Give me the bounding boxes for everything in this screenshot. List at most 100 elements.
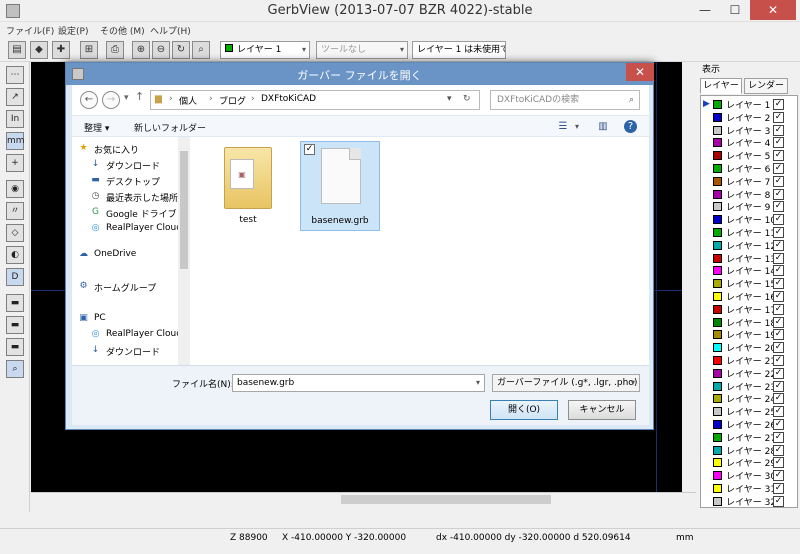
layer-visible-checkbox[interactable]: ✓	[773, 150, 784, 162]
layer-color-swatch[interactable]	[713, 484, 722, 493]
layer-row[interactable]: レイヤー 24 ✓	[701, 392, 797, 405]
layer-color-swatch[interactable]	[713, 343, 722, 353]
layer-color-swatch[interactable]	[713, 458, 722, 468]
forward-arrow-icon[interactable]: →	[102, 91, 120, 109]
chevron-down-icon[interactable]: ▾	[124, 93, 129, 103]
layer-visible-checkbox[interactable]: ✓	[773, 406, 784, 418]
tab-render[interactable]: レンダー	[744, 78, 788, 94]
layer-color-swatch[interactable]	[713, 279, 722, 289]
view-options-icon[interactable]: ☰	[556, 120, 570, 133]
nav-scrollbar[interactable]	[178, 137, 190, 365]
layer-row[interactable]: レイヤー 11 ✓	[701, 226, 797, 239]
layer-visible-checkbox[interactable]: ✓	[773, 393, 784, 405]
layer-color-swatch[interactable]	[713, 125, 722, 135]
chevron-down-icon[interactable]: ▾	[476, 375, 480, 391]
layer-color-swatch[interactable]	[713, 304, 722, 314]
layer-row[interactable]: レイヤー 19 ✓	[701, 328, 797, 341]
layer-row[interactable]: レイヤー 28 ✓	[701, 444, 797, 457]
layers-blue-icon[interactable]: ▬	[6, 338, 24, 356]
layer-visible-checkbox[interactable]: ✓	[773, 342, 784, 354]
print-icon[interactable]: ⎙	[106, 41, 124, 59]
maximize-button[interactable]: ☐	[720, 0, 750, 20]
tab-layers[interactable]: レイヤー	[700, 78, 742, 94]
layer-row[interactable]: レイヤー 21 ✓	[701, 354, 797, 367]
layer-visible-checkbox[interactable]: ✓	[773, 201, 784, 213]
layer-row[interactable]: レイヤー 29 ✓	[701, 456, 797, 469]
layer-row[interactable]: レイヤー 14 ✓	[701, 264, 797, 277]
layer-row[interactable]: レイヤー 26 ✓	[701, 418, 797, 431]
layer-row[interactable]: レイヤー 5 ✓	[701, 149, 797, 162]
scrollbar-thumb[interactable]	[180, 151, 188, 269]
mm-units-icon[interactable]: mm	[6, 132, 25, 150]
dcode-icon[interactable]: D	[6, 268, 24, 286]
layer-row[interactable]: レイヤー 30 ✓	[701, 469, 797, 482]
layer-row[interactable]: レイヤー 12 ✓	[701, 239, 797, 252]
layer-visible-checkbox[interactable]: ✓	[773, 431, 784, 443]
layer-row[interactable]: レイヤー 4 ✓	[701, 136, 797, 149]
canvas-horizontal-scrollbar[interactable]	[31, 492, 696, 506]
open-button[interactable]: 開く(O)	[490, 400, 558, 420]
breadcrumb-personal[interactable]: 個人	[179, 94, 197, 107]
zoom-in-icon[interactable]: ⊕	[132, 41, 150, 59]
dialog-close-button[interactable]: ✕	[626, 63, 654, 81]
search-input[interactable]: DXFtoKiCADの検索 ⌕	[490, 90, 640, 110]
layer-visible-checkbox[interactable]: ✓	[773, 316, 784, 328]
layers-color-icon[interactable]: ▬	[6, 316, 24, 334]
layer-row[interactable]: レイヤー 10 ✓	[701, 213, 797, 226]
layer-row[interactable]: レイヤー 18 ✓	[701, 316, 797, 329]
layer-color-swatch[interactable]	[713, 317, 722, 327]
layer-color-swatch[interactable]	[713, 292, 722, 301]
layer-select[interactable]: レイヤー 1 ▾	[220, 41, 310, 59]
layer-color-swatch[interactable]	[713, 240, 722, 250]
layer-color-swatch[interactable]	[713, 394, 722, 404]
layer-color-swatch[interactable]	[713, 330, 722, 340]
chevron-down-icon[interactable]: ▾	[570, 120, 584, 133]
tool-select[interactable]: ツールなし ▾	[316, 41, 408, 59]
layer-color-swatch[interactable]	[713, 266, 722, 276]
layer-row[interactable]: レイヤー 15 ✓	[701, 277, 797, 290]
layer-visible-checkbox[interactable]: ✓	[773, 495, 784, 507]
grid-icon[interactable]: ⋯	[6, 66, 24, 84]
layer-color-swatch[interactable]	[713, 189, 722, 199]
layer-visible-checkbox[interactable]: ✓	[773, 99, 784, 110]
folder-item-test[interactable]: ▣ test	[208, 141, 288, 231]
layer-color-swatch[interactable]	[713, 381, 722, 391]
layer-row[interactable]: レイヤー 7 ✓	[701, 175, 797, 188]
cancel-button[interactable]: キャンセル	[568, 400, 636, 420]
chevron-down-icon[interactable]: ▾	[447, 94, 452, 104]
flash-icon[interactable]: ◉	[6, 180, 24, 198]
layer-visible-checkbox[interactable]: ✓	[773, 419, 784, 430]
layer-visible-checkbox[interactable]: ✓	[773, 355, 784, 366]
file-item-basenew[interactable]: ✓ basenew.grb	[300, 141, 380, 231]
layer-color-swatch[interactable]	[713, 253, 722, 263]
layer-row[interactable]: レイヤー 9 ✓	[701, 200, 797, 213]
layer-color-swatch[interactable]	[713, 100, 722, 109]
layer-row[interactable]: レイヤー 2 ✓	[701, 111, 797, 124]
negative-icon[interactable]: ◐	[6, 246, 24, 264]
menu-misc[interactable]: その他 (M)	[100, 24, 145, 37]
redraw-icon[interactable]: ↻	[172, 41, 190, 59]
breadcrumb-blog[interactable]: ブログ	[219, 94, 246, 107]
layer-color-swatch[interactable]	[713, 407, 722, 417]
layer-visible-checkbox[interactable]: ✓	[773, 214, 784, 226]
layer-visible-checkbox[interactable]: ✓	[773, 252, 784, 264]
zoom-fit-icon[interactable]: ⌕	[192, 41, 210, 59]
layers-stack-icon[interactable]: ▬	[6, 294, 24, 312]
layer-visible-checkbox[interactable]: ✓	[773, 124, 784, 136]
layer-visible-checkbox[interactable]: ✓	[773, 137, 784, 149]
layer-row[interactable]: レイヤー 23 ✓	[701, 380, 797, 393]
layer-visible-checkbox[interactable]: ✓	[773, 329, 784, 341]
layer-row[interactable]: レイヤー 22 ✓	[701, 367, 797, 380]
refresh-icon[interactable]: ↻	[463, 94, 471, 104]
layer-color-swatch[interactable]	[713, 432, 722, 442]
menu-settings[interactable]: 設定(P)	[58, 24, 88, 37]
layer-visible-checkbox[interactable]: ✓	[773, 457, 784, 469]
layer-color-swatch[interactable]	[713, 138, 722, 148]
layer-visible-checkbox[interactable]: ✓	[773, 367, 784, 379]
layer-color-swatch[interactable]	[713, 151, 722, 161]
layer-row[interactable]: レイヤー 16 ✓	[701, 290, 797, 303]
layer-row[interactable]: レイヤー 20 ✓	[701, 341, 797, 354]
layer-color-swatch[interactable]	[713, 420, 722, 429]
file-checkbox[interactable]: ✓	[304, 144, 315, 155]
layer-visible-checkbox[interactable]: ✓	[773, 239, 784, 251]
